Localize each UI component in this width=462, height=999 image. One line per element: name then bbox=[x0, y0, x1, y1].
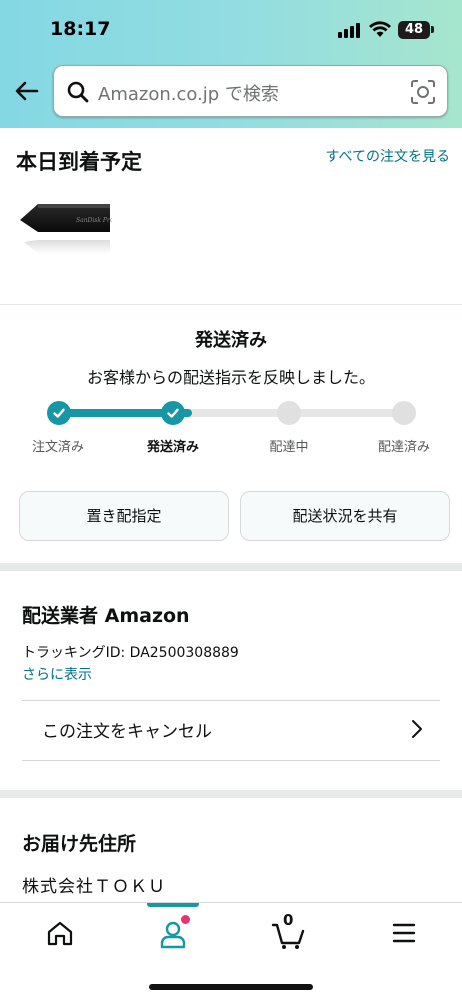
step-ordered-check-icon bbox=[47, 401, 71, 425]
nav-menu[interactable] bbox=[384, 915, 424, 951]
product-image[interactable]: SanDisk Pro bbox=[18, 198, 112, 268]
chevron-right-icon bbox=[412, 720, 422, 738]
search-icon bbox=[67, 81, 89, 103]
battery-cap bbox=[431, 26, 434, 33]
step-in-transit-dot bbox=[277, 401, 301, 425]
section-divider bbox=[0, 304, 462, 305]
status-time: 18:17 bbox=[50, 18, 111, 40]
nav-home[interactable] bbox=[40, 915, 80, 951]
camera-scan-icon[interactable] bbox=[410, 79, 436, 105]
cart-count: 0 bbox=[283, 911, 294, 929]
cellular-signal-icon bbox=[338, 22, 362, 38]
svg-text:SanDisk Pro: SanDisk Pro bbox=[76, 217, 112, 224]
nav-cart[interactable]: 0 bbox=[269, 911, 309, 951]
address-name: 株式会社ＴＯＫＵ bbox=[22, 877, 166, 897]
home-indicator bbox=[149, 984, 313, 990]
nav-account[interactable] bbox=[153, 915, 193, 951]
notification-dot bbox=[181, 915, 190, 924]
step-label-ordered: 注文済み bbox=[31, 440, 84, 455]
step-label-shipped: 発送済み bbox=[146, 440, 199, 455]
cancel-order-label: この注文をキャンセル bbox=[42, 722, 212, 742]
arrival-title: 本日到着予定 bbox=[16, 150, 142, 174]
step-label-delivered: 配達済み bbox=[377, 440, 430, 455]
back-arrow-icon[interactable] bbox=[12, 76, 42, 106]
search-placeholder: Amazon.co.jp で検索 bbox=[98, 84, 279, 105]
all-orders-link[interactable]: すべての注文を見る bbox=[316, 147, 450, 168]
address-title: お届け先住所 bbox=[22, 833, 137, 855]
shipping-message: お客様からの配送指示を反映しました。 bbox=[86, 368, 375, 387]
step-label-in-transit: 配達中 bbox=[269, 440, 309, 455]
menu-icon bbox=[392, 923, 416, 943]
section-separator bbox=[0, 790, 462, 798]
step-shipped-check-icon bbox=[161, 401, 185, 425]
row-divider bbox=[22, 760, 440, 761]
wifi-icon bbox=[369, 21, 391, 37]
header: 18:17 48 Amazon.co.jp で検索 bbox=[0, 0, 462, 128]
section-separator bbox=[0, 563, 462, 571]
step-delivered-dot bbox=[392, 401, 416, 425]
cancel-order-row[interactable]: この注文をキャンセル bbox=[22, 701, 440, 759]
drop-off-button[interactable]: 置き配指定 bbox=[19, 491, 229, 541]
battery-indicator: 48 bbox=[398, 21, 430, 39]
active-tab-indicator bbox=[147, 903, 199, 907]
search-input[interactable]: Amazon.co.jp で検索 bbox=[53, 65, 448, 117]
carrier-title: 配送業者 Amazon bbox=[22, 605, 190, 627]
home-icon bbox=[47, 921, 73, 946]
bottom-nav: 0 bbox=[0, 902, 462, 999]
tracking-id: トラッキングID: DA2500308889 bbox=[22, 645, 239, 661]
progress-tracker: 注文済み 発送済み 配達中 配達済み bbox=[0, 398, 462, 458]
share-status-button[interactable]: 配送状況を共有 bbox=[240, 491, 450, 541]
shipping-status: 発送済み bbox=[195, 330, 267, 351]
show-more-link[interactable]: さらに表示 bbox=[22, 664, 92, 684]
status-bar: 18:17 48 bbox=[0, 0, 462, 60]
